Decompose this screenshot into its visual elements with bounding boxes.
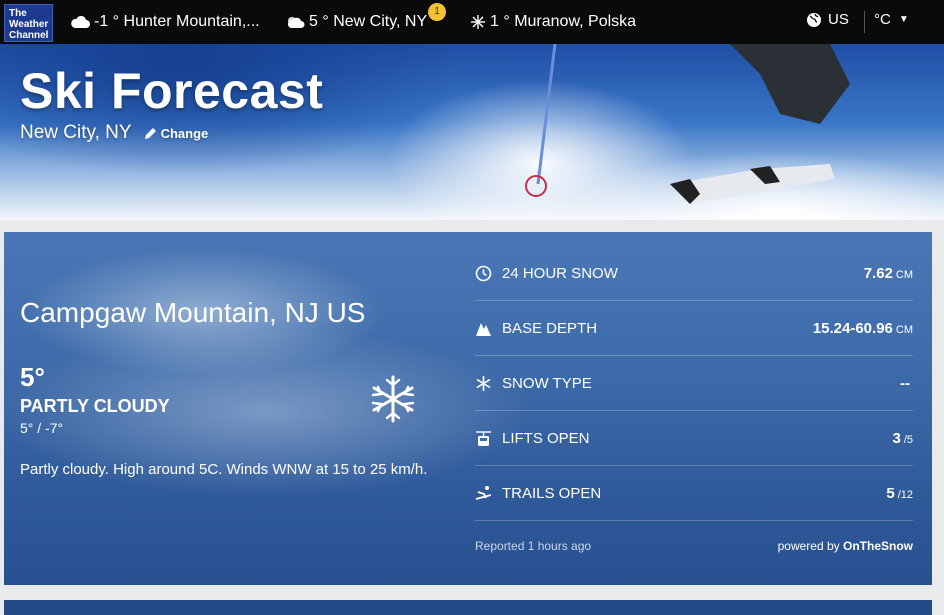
stat-value: 5 <box>886 484 895 502</box>
stat-value: 3 <box>892 429 901 447</box>
resort-card: Campgaw Mountain, NJ US 5° PARTLY CLOUDY… <box>4 232 932 585</box>
current-temperature: 5° <box>20 362 45 392</box>
stat-unit: CM <box>895 268 913 281</box>
stat-value: -- <box>900 374 910 392</box>
stat-row-lifts-open: LIFTS OPEN 3/5 <box>475 411 913 466</box>
stat-label: TRAILS OPEN <box>502 484 602 502</box>
gondola-icon <box>476 430 491 446</box>
stat-label: SNOW TYPE <box>502 374 592 392</box>
recent-location-2[interactable]: 5 ° New City, NY <box>285 11 427 33</box>
temp-unit-label: °C <box>874 11 891 28</box>
stat-row-base-depth: BASE DEPTH 15.24-60.96 CM <box>475 301 913 356</box>
current-city: New City, NY Change <box>20 122 208 144</box>
mountain-icon <box>476 322 491 336</box>
stat-label: 24 HOUR SNOW <box>502 264 618 282</box>
globe-icon <box>807 12 821 27</box>
location-2-temp: 5 ° <box>309 13 329 30</box>
location-2-name: New City, NY <box>333 13 428 30</box>
region-selector[interactable]: US <box>806 11 849 28</box>
stat-label: BASE DEPTH <box>502 319 598 337</box>
stat-unit: CM <box>895 323 913 336</box>
city-name: New City, NY <box>20 122 132 143</box>
location-1-name: Hunter Mountain,... <box>123 13 260 30</box>
chevron-down-icon: ▼ <box>898 14 909 25</box>
stat-row-trails-open: TRAILS OPEN 5/12 <box>475 466 913 521</box>
change-label: Change <box>160 125 209 141</box>
snowflake-icon <box>371 375 415 423</box>
powered-prefix: powered by <box>777 539 840 553</box>
weather-condition: PARTLY CLOUDY <box>20 396 170 416</box>
partly-cloudy-icon <box>287 17 305 28</box>
snow-stats-panel: 24 HOUR SNOW 7.62 CM BASE DEPTH 15.24-60.… <box>475 246 913 553</box>
location-3-temp: 1 ° <box>490 13 510 30</box>
location-1-temp: -1 ° <box>94 13 120 30</box>
nav-divider <box>864 11 865 33</box>
high-low-temp: 5° / -7° <box>20 420 64 436</box>
logo-line-3: Channel <box>9 30 49 41</box>
cloud-icon <box>71 15 90 28</box>
logo-line-2: Weather <box>9 19 49 30</box>
stat-row-24h-snow: 24 HOUR SNOW 7.62 CM <box>475 246 913 301</box>
notification-badge[interactable]: 1 <box>428 3 446 21</box>
pencil-icon <box>144 127 156 139</box>
temp-unit-selector[interactable]: °C ▼ <box>874 11 909 28</box>
stat-value: 15.24-60.96 <box>812 319 893 337</box>
forecast-description: Partly cloudy. High around 5C. Winds WNW… <box>20 461 428 478</box>
logo-line-1: The <box>9 8 27 19</box>
stat-label: LIFTS OPEN <box>502 429 590 447</box>
skier-icon <box>475 485 492 500</box>
snow-icon <box>471 15 485 29</box>
stat-value: 7.62 <box>863 264 893 282</box>
stat-unit: /12 <box>897 488 913 501</box>
recent-location-1[interactable]: -1 ° Hunter Mountain,... <box>70 11 260 33</box>
stats-footer: Reported 1 hours ago powered by OnTheSno… <box>475 539 913 553</box>
weather-channel-logo[interactable]: The Weather Channel <box>4 4 53 42</box>
top-nav: The Weather Channel -1 ° Hunter Mountain… <box>0 0 944 44</box>
next-section-strip <box>4 600 932 615</box>
recent-location-3[interactable]: 1 ° Muranow, Polska <box>470 11 636 33</box>
powered-brand: OnTheSnow <box>843 539 913 553</box>
location-3-name: Muranow, Polska <box>514 13 637 30</box>
clock-icon <box>475 265 492 281</box>
page-title: Ski Forecast <box>20 63 324 119</box>
hero-banner: Ski Forecast New City, NY Change <box>0 44 944 220</box>
resort-name: Campgaw Mountain, NJ US <box>20 297 366 328</box>
powered-by-link[interactable]: powered by OnTheSnow <box>778 539 913 553</box>
snowflake-icon <box>476 375 491 391</box>
stat-unit: /5 <box>903 433 913 446</box>
change-location-link[interactable]: Change <box>144 125 209 141</box>
reported-time: Reported 1 hours ago <box>475 539 592 553</box>
stat-row-snow-type: SNOW TYPE -- <box>475 356 913 411</box>
region-label: US <box>828 11 849 28</box>
